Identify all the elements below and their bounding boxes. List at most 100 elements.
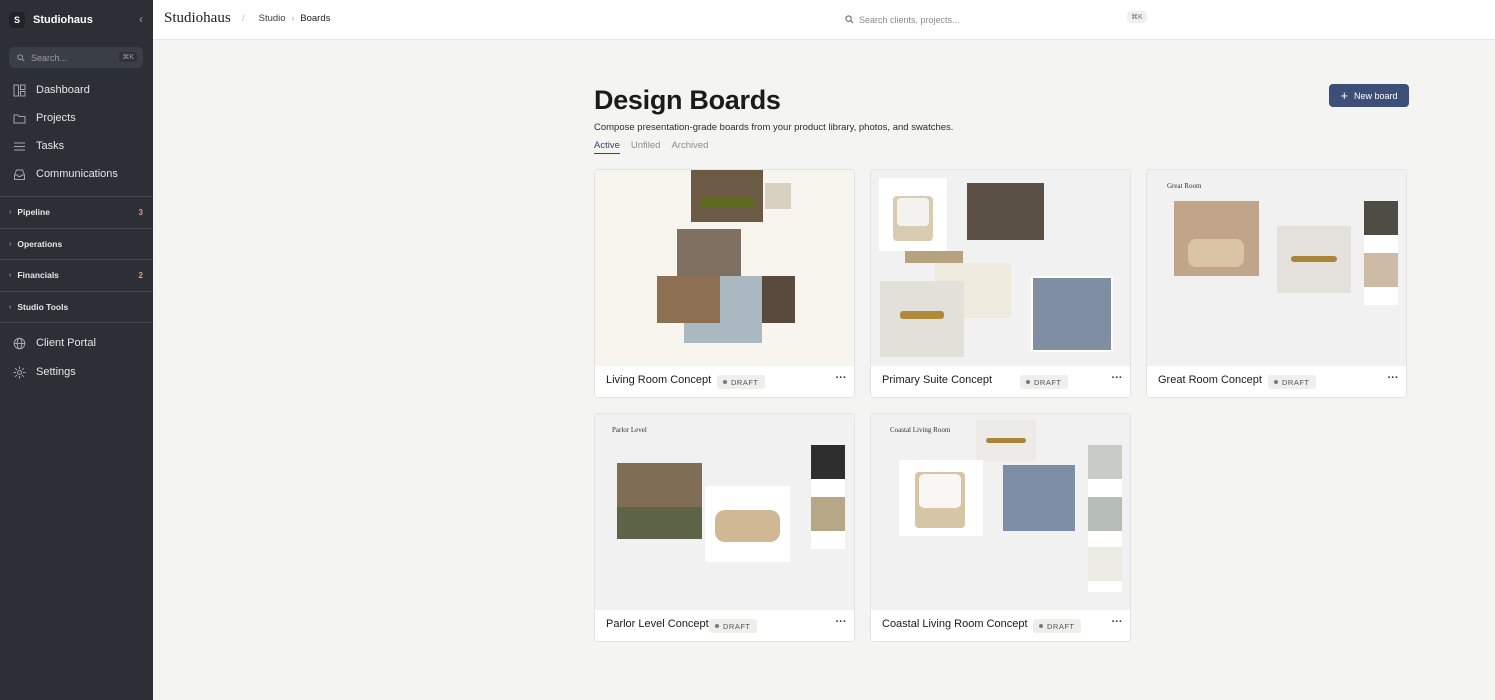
global-search-placeholder: Search clients, projects... (859, 14, 960, 25)
inbox-icon (14, 169, 25, 180)
tab-archived[interactable]: Archived (671, 140, 708, 154)
sidebar-section-pipeline[interactable]: › Pipeline 3 (0, 196, 153, 227)
board-title: Parlor Level (612, 426, 647, 434)
board-card[interactable]: Living Room Concept DRAFT ··· (594, 169, 855, 398)
status-badge: DRAFT (1020, 375, 1068, 389)
board-preview (595, 170, 854, 366)
page-subtitle: Compose presentation-grade boards from y… (594, 122, 954, 133)
chandelier-image (691, 170, 763, 222)
board-name: Coastal Living Room Concept (882, 618, 1028, 630)
breadcrumb-divider: / (242, 13, 245, 24)
rug-image (1003, 465, 1075, 531)
workspace-switcher[interactable]: S Studiohaus ‹ (9, 10, 147, 30)
board-name: Living Room Concept (606, 374, 712, 386)
board-tabs: Active Unfiled Archived (594, 140, 719, 154)
status-label: DRAFT (731, 377, 759, 387)
plus-icon: + (1340, 88, 1349, 103)
dashboard-icon (13, 84, 26, 96)
table-image (677, 229, 741, 276)
sidebar-item-label: Communications (36, 168, 118, 180)
more-options-icon[interactable]: ··· (1110, 371, 1124, 385)
sidebar-item-client-portal[interactable]: Client Portal (13, 334, 96, 352)
sconce-image (880, 281, 964, 357)
board-card[interactable]: Great Room Great Room Concept DRAFT ··· (1146, 169, 1407, 398)
more-options-icon[interactable]: ··· (834, 615, 848, 629)
section-label: Pipeline (17, 207, 50, 217)
color-swatch (967, 183, 1044, 240)
chevron-right-icon: › (9, 271, 12, 279)
sidebar-item-projects[interactable]: Projects (13, 109, 76, 127)
sidebar-item-settings[interactable]: Settings (13, 363, 76, 381)
status-badge: DRAFT (709, 619, 757, 633)
section-count-badge: 3 (138, 207, 143, 217)
board-preview: Parlor Level (595, 414, 854, 610)
section-label: Financials (17, 270, 59, 280)
sidebar-item-label: Settings (36, 366, 76, 378)
board-card[interactable]: Parlor Level Parlor Level Concept DRAFT … (594, 413, 855, 642)
more-options-icon[interactable]: ··· (834, 371, 848, 385)
armchair-image (899, 460, 983, 536)
globe-icon (13, 337, 26, 349)
sidebar-search-input[interactable]: Search... ⌘K (9, 47, 143, 68)
status-label: DRAFT (1047, 621, 1075, 631)
swatch-card (1364, 253, 1398, 305)
swatch-chip (765, 183, 791, 209)
swatch-card (1088, 497, 1122, 549)
board-card-footer: Coastal Living Room Concept DRAFT ··· (871, 610, 1130, 641)
sidebar-item-label: Projects (36, 112, 76, 124)
sconce-image (976, 420, 1036, 461)
sidebar-section-operations[interactable]: › Operations (0, 228, 153, 259)
sidebar-item-dashboard[interactable]: Dashboard (13, 81, 90, 99)
settings-icon (13, 366, 26, 378)
status-badge: DRAFT (1033, 619, 1081, 633)
sidebar-item-label: Dashboard (36, 84, 90, 96)
board-preview: Great Room (1147, 170, 1406, 366)
sidebar-item-label: Client Portal (36, 337, 96, 349)
sidebar-item-communications[interactable]: Communications (13, 165, 118, 183)
chevron-right-icon: › (9, 303, 12, 311)
armchair-image (879, 178, 947, 251)
board-title: Great Room (1167, 182, 1202, 190)
more-options-icon[interactable]: ··· (1386, 371, 1400, 385)
sidebar-section-financials[interactable]: › Financials 2 (0, 259, 153, 290)
sidebar-item-tasks[interactable]: Tasks (13, 137, 64, 155)
breadcrumb-studio[interactable]: Studio (259, 13, 286, 24)
brand-logo[interactable]: Studiohaus (164, 10, 231, 27)
sidebar-search-placeholder: Search... (31, 52, 68, 63)
new-board-button[interactable]: + New board (1329, 84, 1409, 107)
swatch-card (811, 445, 845, 497)
sconce-image (1277, 226, 1351, 293)
swatch-card (1088, 547, 1122, 592)
vase-image-front (657, 276, 720, 323)
status-badge: DRAFT (717, 375, 765, 389)
board-card-footer: Great Room Concept DRAFT ··· (1147, 366, 1406, 397)
sidebar-section-studio-tools[interactable]: › Studio Tools (0, 291, 153, 323)
rug-image (1031, 276, 1113, 352)
main-content: Design Boards Compose presentation-grade… (153, 40, 1495, 700)
board-card[interactable]: Primary Suite Concept DRAFT ··· (870, 169, 1131, 398)
section-label: Studio Tools (17, 302, 69, 312)
board-card-footer: Primary Suite Concept DRAFT ··· (871, 366, 1130, 397)
round-table-image (705, 486, 790, 562)
search-icon (17, 53, 25, 62)
folder-icon (13, 114, 26, 123)
tab-active[interactable]: Active (594, 140, 620, 154)
section-label: Operations (17, 239, 63, 249)
section-count-badge: 2 (138, 270, 143, 280)
board-name: Primary Suite Concept (882, 374, 993, 386)
top-header: Studiohaus / Studio › Boards Search clie… (153, 0, 1495, 40)
board-card-footer: Living Room Concept DRAFT ··· (595, 366, 854, 397)
status-label: DRAFT (1282, 377, 1310, 387)
swatch-card (1364, 201, 1398, 253)
breadcrumb-boards: Boards (300, 13, 331, 24)
board-preview (871, 170, 1130, 366)
more-options-icon[interactable]: ··· (1110, 615, 1124, 629)
color-swatch (905, 251, 963, 263)
chevron-left-icon[interactable]: ‹ (139, 12, 143, 26)
board-title: Coastal Living Room (890, 426, 951, 434)
board-card[interactable]: Coastal Living Room Coastal Living Room … (870, 413, 1131, 642)
chevron-right-icon: › (291, 14, 295, 23)
status-badge: DRAFT (1268, 375, 1316, 389)
tab-unfiled[interactable]: Unfiled (631, 140, 661, 154)
global-search-input[interactable]: Search clients, projects... (845, 12, 1149, 27)
